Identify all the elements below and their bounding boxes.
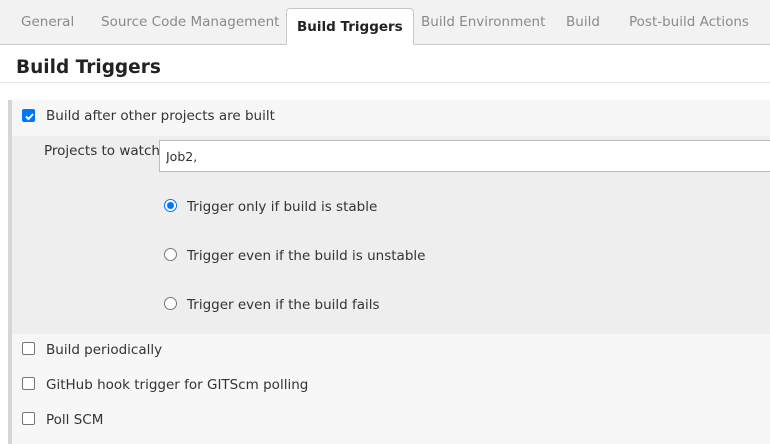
radio-trigger-fails-label: Trigger even if the build fails: [187, 297, 380, 313]
tab-post-build-actions[interactable]: Post-build Actions: [629, 12, 749, 32]
build-after-other-label: Build after other projects are built: [46, 108, 275, 124]
radio-trigger-stable[interactable]: [164, 199, 177, 212]
checkmark-icon: [25, 113, 34, 121]
projects-to-watch-input[interactable]: [159, 140, 770, 172]
build-periodically-label: Build periodically: [46, 342, 163, 358]
tab-source-code-management[interactable]: Source Code Management: [101, 12, 279, 32]
radio-trigger-unstable[interactable]: [164, 248, 177, 261]
section-gutter-bar: [8, 100, 12, 444]
build-periodically-checkbox[interactable]: [22, 342, 35, 355]
poll-scm-label: Poll SCM: [46, 412, 104, 428]
tab-bar: General Source Code Management Build Tri…: [0, 0, 770, 45]
build-after-other-checkbox[interactable]: [22, 109, 35, 122]
tab-build-triggers[interactable]: Build Triggers: [286, 8, 414, 45]
tab-build[interactable]: Build: [566, 12, 600, 32]
github-hook-label: GitHub hook trigger for GITScm polling: [46, 377, 309, 393]
poll-scm-checkbox[interactable]: [22, 412, 35, 425]
radio-trigger-unstable-label: Trigger even if the build is unstable: [187, 248, 426, 264]
section-divider: [0, 82, 770, 83]
tab-build-environment[interactable]: Build Environment: [421, 12, 545, 32]
github-hook-checkbox[interactable]: [22, 377, 35, 390]
tab-general[interactable]: General: [21, 12, 74, 32]
projects-to-watch-label: Projects to watch: [44, 143, 160, 159]
section-title: Build Triggers: [16, 57, 161, 78]
radio-trigger-fails[interactable]: [164, 297, 177, 310]
radio-trigger-stable-label: Trigger only if build is stable: [187, 199, 378, 215]
